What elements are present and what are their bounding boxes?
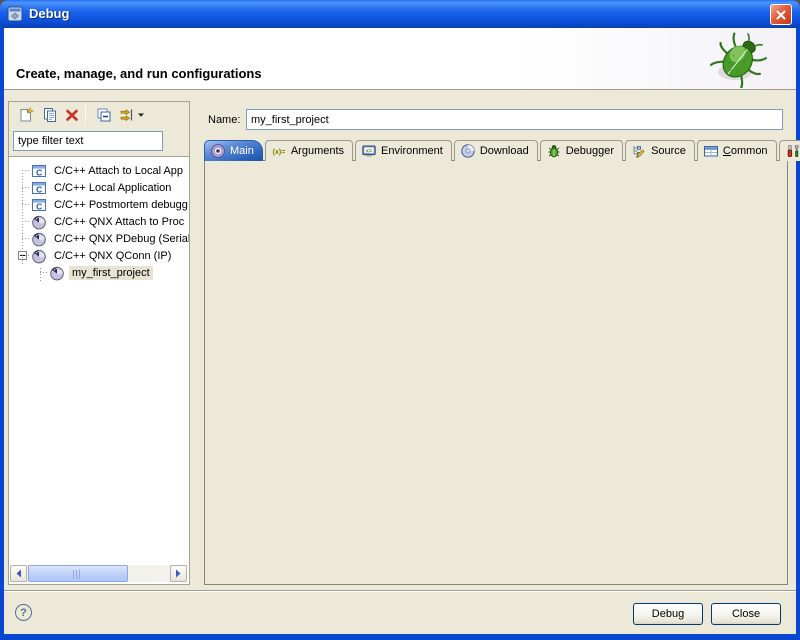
c-application-icon: C bbox=[31, 197, 47, 213]
tab-source[interactable]: Source bbox=[625, 140, 695, 161]
filter-input[interactable] bbox=[13, 131, 163, 151]
tree-item[interactable]: C/C++ QNX Attach to Proc bbox=[9, 213, 189, 230]
tree-item[interactable]: C C/C++ Local Application bbox=[9, 179, 189, 196]
name-input[interactable] bbox=[246, 109, 783, 130]
tree-item[interactable]: C C/C++ Attach to Local App bbox=[9, 162, 189, 179]
environment-icon: x= bbox=[361, 143, 377, 159]
window-icon bbox=[7, 6, 23, 22]
title-bar: Debug bbox=[0, 0, 800, 28]
close-icon bbox=[775, 9, 787, 21]
qnx-icon bbox=[31, 214, 47, 230]
tab-label: Debugger bbox=[566, 145, 614, 157]
svg-text:(x)=: (x)= bbox=[273, 149, 286, 156]
scroll-right-icon bbox=[175, 569, 182, 578]
dropdown-arrow-icon bbox=[137, 112, 145, 118]
tab-bar: Main (x)= Arguments x= Environment Download De… bbox=[204, 139, 800, 161]
tree-item-label: C/C++ QNX PDebug (Serial bbox=[51, 232, 189, 246]
collapse-all-button[interactable] bbox=[93, 104, 115, 126]
header-banner: Create, manage, and run configurations bbox=[4, 28, 796, 90]
close-dialog-button[interactable]: Close bbox=[711, 603, 781, 625]
close-button[interactable] bbox=[770, 4, 792, 25]
c-application-icon: C bbox=[31, 163, 47, 179]
tab-label: Download bbox=[480, 145, 529, 157]
tree-item-label: my_first_project bbox=[69, 266, 153, 280]
new-configuration-button[interactable] bbox=[15, 104, 37, 126]
tab-download[interactable]: Download bbox=[454, 140, 538, 161]
tab-arguments[interactable]: (x)= Arguments bbox=[265, 140, 353, 161]
tree-item-label: C/C++ QNX QConn (IP) bbox=[51, 249, 174, 263]
tab-label: Arguments bbox=[291, 145, 344, 157]
qnx-icon bbox=[49, 265, 65, 281]
source-icon bbox=[631, 143, 647, 159]
tree-item-label: C/C++ Local Application bbox=[51, 181, 174, 195]
tree-item[interactable]: my_first_project bbox=[9, 264, 189, 281]
tools-icon bbox=[785, 143, 800, 159]
common-icon bbox=[703, 143, 719, 159]
tree-item-label: C/C++ QNX Attach to Proc bbox=[51, 215, 187, 229]
collapse-all-icon bbox=[96, 107, 112, 123]
download-icon bbox=[460, 143, 476, 159]
qnx-icon bbox=[31, 248, 47, 264]
footer-separator bbox=[4, 590, 796, 592]
c-application-icon: C bbox=[31, 163, 47, 179]
qnx-icon bbox=[49, 265, 65, 281]
name-label: Name: bbox=[208, 114, 240, 126]
configurations-panel: C C/C++ Attach to Local App C C/C++ Local A… bbox=[8, 101, 190, 585]
tab-main[interactable]: Main bbox=[204, 140, 263, 161]
configuration-tree[interactable]: C C/C++ Attach to Local App C C/C++ Local A… bbox=[9, 156, 189, 584]
scroll-right-button[interactable] bbox=[170, 565, 187, 582]
scroll-left-button[interactable] bbox=[10, 565, 27, 582]
tab-environment[interactable]: x= Environment bbox=[355, 140, 452, 161]
header-title: Create, manage, and run configurations bbox=[16, 66, 262, 81]
delete-button[interactable] bbox=[61, 104, 83, 126]
new-configuration-icon bbox=[18, 107, 34, 123]
window-title: Debug bbox=[29, 6, 69, 21]
c-application-icon: C bbox=[31, 180, 47, 196]
tab-common[interactable]: Common bbox=[697, 140, 777, 161]
scroll-thumb[interactable] bbox=[28, 565, 128, 582]
filter-button[interactable] bbox=[115, 104, 149, 126]
bug-icon bbox=[708, 30, 770, 88]
horizontal-scrollbar[interactable] bbox=[10, 565, 187, 582]
duplicate-icon bbox=[42, 107, 58, 123]
arguments-icon: (x)= bbox=[271, 143, 287, 159]
tree-item[interactable]: C/C++ QNX PDebug (Serial bbox=[9, 230, 189, 247]
tab-label: Source bbox=[651, 145, 686, 157]
tab-label: Common bbox=[723, 145, 768, 157]
target-icon bbox=[210, 143, 226, 159]
debug-dialog: Debug Create, manage, and run configurat… bbox=[0, 0, 800, 640]
tree-item-label: C/C++ Postmortem debugg bbox=[51, 198, 189, 212]
delete-icon bbox=[64, 107, 80, 123]
main-tab-panel bbox=[204, 160, 788, 585]
duplicate-button[interactable] bbox=[39, 104, 61, 126]
tab-label: Main bbox=[230, 145, 254, 157]
filter-icon bbox=[119, 107, 135, 123]
tab-label: Environment bbox=[381, 145, 443, 157]
tab-debugger[interactable]: Debugger bbox=[540, 140, 623, 161]
scroll-left-icon bbox=[15, 569, 22, 578]
c-application-icon: C bbox=[31, 180, 47, 196]
qnx-icon bbox=[31, 231, 47, 247]
svg-text:C: C bbox=[36, 184, 42, 194]
debugger-icon bbox=[546, 143, 562, 159]
toolbar-separator bbox=[85, 106, 86, 124]
c-application-icon: C bbox=[31, 197, 47, 213]
svg-text:C: C bbox=[36, 201, 42, 211]
svg-text:x=: x= bbox=[366, 148, 372, 154]
qnx-icon bbox=[31, 248, 47, 264]
tree-item[interactable]: C C/C++ Postmortem debugg bbox=[9, 196, 189, 213]
svg-text:C: C bbox=[36, 167, 42, 177]
qnx-icon bbox=[31, 231, 47, 247]
help-button[interactable]: ? bbox=[15, 604, 32, 621]
tree-item[interactable]: C/C++ QNX QConn (IP) bbox=[9, 247, 189, 264]
tree-item-label: C/C++ Attach to Local App bbox=[51, 164, 186, 178]
qnx-icon bbox=[31, 214, 47, 230]
tab-tools[interactable]: Tools bbox=[779, 140, 800, 161]
debug-button[interactable]: Debug bbox=[633, 603, 703, 625]
